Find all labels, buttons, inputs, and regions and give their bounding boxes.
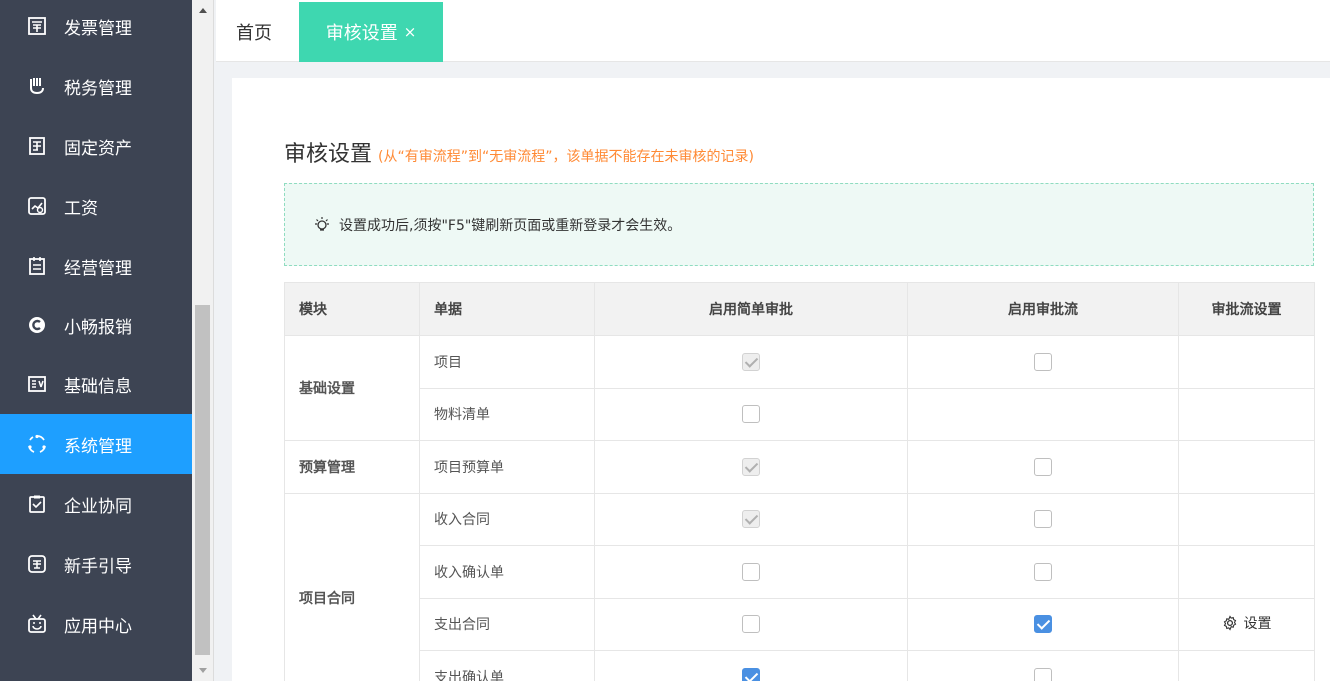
sidebar-item-operation[interactable]: 经营管理 — [0, 236, 192, 296]
table-row: 支出合同 设置 — [285, 597, 1315, 651]
close-icon[interactable]: × — [404, 23, 417, 41]
document-cell: 物料清单 — [419, 387, 595, 441]
flow-settings-cell — [1178, 650, 1315, 681]
col-header-simple-approval: 启用简单审批 — [594, 282, 908, 336]
gear-icon — [1223, 615, 1236, 631]
sidebar-item-label: 应用中心 — [64, 616, 132, 637]
approval-flow-checkbox[interactable] — [1034, 352, 1052, 371]
simple-approval-checkbox — [742, 457, 760, 476]
document-cell: 项目 — [419, 335, 595, 389]
page-heading: 审核设置 (从“有审流程”到“无审流程”，该单据不能存在未审核的记录) — [284, 136, 754, 168]
module-cell: 基础设置 — [284, 335, 420, 441]
flow-settings-cell — [1178, 335, 1315, 389]
main-content: 审核设置 (从“有审流程”到“无审流程”，该单据不能存在未审核的记录) 设置成功… — [232, 78, 1330, 681]
flow-settings-cell — [1178, 440, 1315, 494]
tax-icon — [26, 75, 48, 97]
sidebar-item-label: 工资 — [64, 198, 98, 219]
flow-settings-label: 设置 — [1243, 616, 1272, 633]
sidebar-item-invoice[interactable]: 发票管理 — [0, 0, 192, 56]
col-header-flow-settings: 审批流设置 — [1178, 282, 1315, 336]
table-header-row: 模块 单据 启用简单审批 启用审批流 审批流设置 — [284, 282, 1315, 336]
sidebar-item-salary[interactable]: 工资 — [0, 176, 192, 236]
reimburse-icon — [26, 314, 48, 336]
table-row: 项目合同 收入合同 — [284, 492, 1315, 681]
lightbulb-icon — [313, 216, 331, 234]
sidebar-item-label: 固定资产 — [64, 138, 132, 159]
document-cell: 项目预算单 — [419, 440, 595, 494]
scroll-down-icon[interactable] — [192, 661, 214, 681]
collab-icon — [26, 493, 48, 515]
sidebar-item-label: 小畅报销 — [64, 317, 132, 338]
sidebar-item-label: 经营管理 — [64, 258, 132, 279]
page-note: (从“有审流程”到“无审流程”，该单据不能存在未审核的记录) — [378, 149, 754, 165]
sidebar-item-system[interactable]: 系统管理 — [0, 414, 192, 474]
table-row: 物料清单 — [285, 387, 1315, 441]
approval-flow-checkbox[interactable] — [1034, 562, 1052, 581]
flow-settings-cell — [1178, 545, 1315, 599]
sidebar-item-guide[interactable]: 新手引导 — [0, 534, 192, 594]
sidebar-item-reimburse[interactable]: 小畅报销 — [0, 295, 192, 355]
asset-icon — [26, 135, 48, 157]
simple-approval-checkbox[interactable] — [742, 615, 760, 634]
system-icon — [26, 433, 48, 455]
approval-flow-checkbox[interactable] — [1034, 615, 1052, 634]
sidebar-item-label: 基础信息 — [64, 376, 132, 397]
sidebar-item-label: 企业协同 — [64, 496, 132, 517]
col-header-approval-flow: 启用审批流 — [907, 282, 1179, 336]
flow-settings-cell — [1178, 387, 1315, 441]
page-title: 审核设置 — [284, 142, 373, 167]
document-cell: 支出确认单 — [419, 650, 595, 681]
sidebar-item-label: 系统管理 — [64, 436, 132, 457]
flow-settings-button[interactable]: 设置 — [1222, 613, 1272, 633]
scroll-thumb[interactable] — [195, 305, 210, 655]
sidebar: 发票管理 税务管理 固定资产 工资 经营管理 小畅报销 基础信息 系统管理 企业… — [0, 0, 192, 681]
sidebar-item-fixed-assets[interactable]: 固定资产 — [0, 116, 192, 176]
document-cell: 收入合同 — [419, 492, 595, 546]
sidebar-item-app-center[interactable]: 应用中心 — [0, 594, 192, 654]
approval-flow-checkbox[interactable] — [1034, 510, 1052, 529]
module-cell: 项目合同 — [284, 492, 420, 681]
flow-settings-cell — [1178, 492, 1315, 546]
sidebar-item-collab[interactable]: 企业协同 — [0, 474, 192, 534]
module-cell: 预算管理 — [284, 440, 420, 494]
table-row: 支出确认单 — [285, 650, 1315, 681]
tab-home[interactable]: 首页 — [236, 2, 296, 62]
sidebar-item-basic-info[interactable]: 基础信息 — [0, 354, 192, 414]
invoice-icon — [26, 15, 48, 37]
document-cell: 支出合同 — [419, 597, 595, 651]
tab-audit-settings[interactable]: 审核设置 × — [299, 2, 443, 62]
table-row: 基础设置 项目 — [284, 335, 1315, 441]
operation-icon — [26, 255, 48, 277]
guide-icon — [26, 553, 48, 575]
sidebar-item-label: 税务管理 — [64, 78, 132, 99]
simple-approval-checkbox[interactable] — [742, 667, 760, 681]
scroll-up-icon[interactable] — [192, 0, 214, 20]
approval-flow-cell — [907, 387, 1179, 441]
app-center-icon — [26, 613, 48, 635]
tip-text: 设置成功后,须按"F5"键刷新页面或重新登录才会生效。 — [339, 217, 682, 234]
tab-label: 审核设置 — [325, 23, 398, 44]
simple-approval-checkbox[interactable] — [742, 562, 760, 581]
basic-info-icon — [26, 373, 48, 395]
audit-settings-table: 模块 单据 启用简单审批 启用审批流 审批流设置 基础设置 项目 物料清单 预算… — [284, 282, 1315, 681]
sidebar-item-label: 发票管理 — [64, 18, 132, 39]
tab-home-label: 首页 — [236, 23, 272, 44]
approval-flow-checkbox[interactable] — [1034, 457, 1052, 476]
sidebar-item-label: 新手引导 — [64, 556, 132, 577]
approval-flow-checkbox[interactable] — [1034, 667, 1052, 681]
table-row: 预算管理 项目预算单 — [284, 440, 1315, 494]
sidebar-item-tax[interactable]: 税务管理 — [0, 56, 192, 116]
app-root: 发票管理 税务管理 固定资产 工资 经营管理 小畅报销 基础信息 系统管理 企业… — [0, 0, 1330, 681]
document-cell: 收入确认单 — [419, 545, 595, 599]
simple-approval-checkbox — [742, 510, 760, 529]
tab-bar: 首页 审核设置 × — [216, 0, 1330, 62]
col-header-module: 模块 — [284, 282, 420, 336]
simple-approval-checkbox — [742, 352, 760, 371]
tip-banner: 设置成功后,须按"F5"键刷新页面或重新登录才会生效。 — [284, 183, 1314, 266]
table-row: 收入确认单 — [285, 545, 1315, 599]
simple-approval-checkbox[interactable] — [742, 405, 760, 424]
salary-icon — [26, 195, 48, 217]
sidebar-scrollbar[interactable] — [192, 0, 214, 681]
col-header-document: 单据 — [419, 282, 595, 336]
